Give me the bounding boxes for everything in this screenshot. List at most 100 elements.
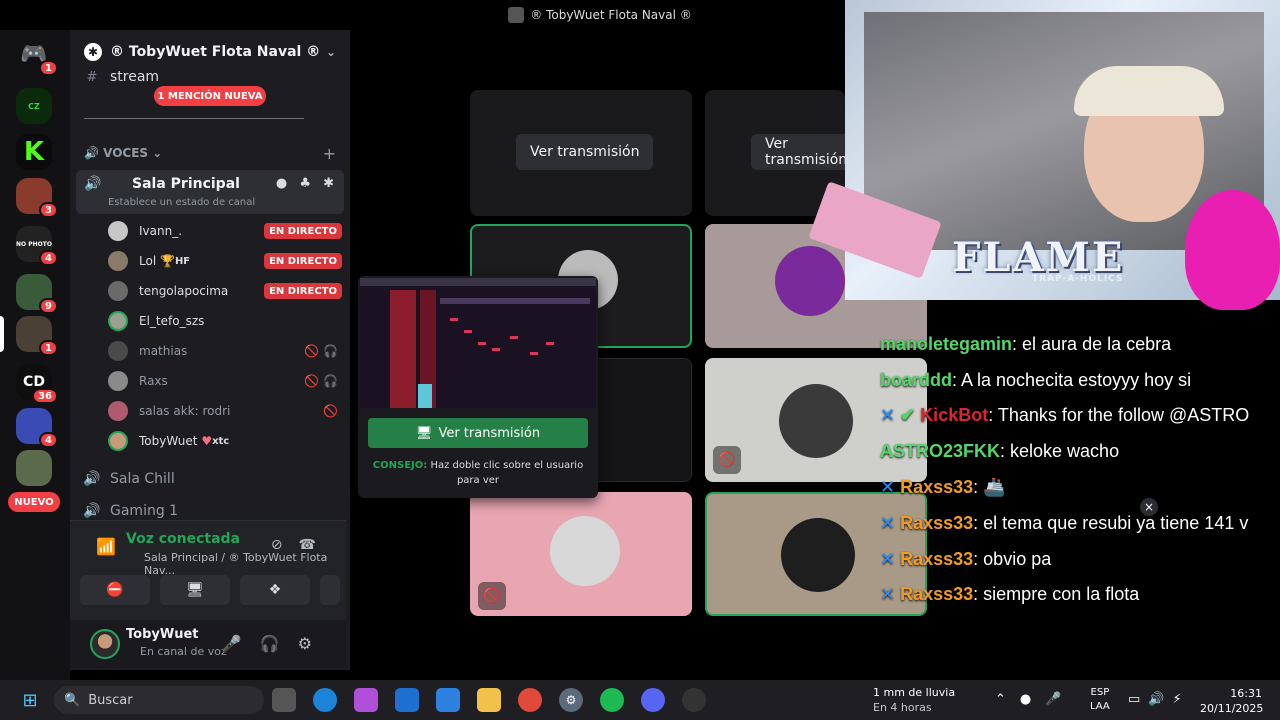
voice-user[interactable]: Raxs 🚫🎧 xyxy=(108,368,342,394)
buddha-sticker xyxy=(1185,190,1280,310)
watch-stream-button[interactable]: Ver transmisión xyxy=(516,134,654,170)
copilot-icon[interactable] xyxy=(354,688,378,712)
avatar xyxy=(108,221,128,241)
windows-taskbar: ⊞ 🔍 Buscar ⚙ 1 mm de lluvia En 4 horas ⌃… xyxy=(0,680,1280,720)
screen-share-button[interactable]: 🖥 xyxy=(160,575,230,605)
avatar[interactable] xyxy=(90,629,120,659)
server-item[interactable] xyxy=(16,450,52,486)
add-channel-icon[interactable]: + xyxy=(323,144,336,163)
close-icon[interactable]: × xyxy=(1140,498,1158,516)
server-item[interactable]: 3 xyxy=(16,178,58,218)
voice-user[interactable]: tengolapocima EN DIRECTO xyxy=(108,278,342,304)
muted-icons: 🚫🎧 xyxy=(304,374,342,388)
task-view-icon[interactable] xyxy=(272,688,296,712)
server-icon xyxy=(508,7,525,23)
weather-widget[interactable]: 1 mm de lluvia En 4 horas xyxy=(873,685,955,715)
spotify-icon[interactable] xyxy=(600,688,624,712)
discord-icon[interactable] xyxy=(641,688,665,712)
file-explorer-icon[interactable] xyxy=(477,688,501,712)
avatar xyxy=(550,516,620,586)
server-cd[interactable]: CD 36 xyxy=(16,364,58,404)
new-badge[interactable]: NUEVO xyxy=(8,492,60,512)
chat-message: ASTRO23FKK: keloke wacho xyxy=(880,441,1120,461)
live-badge: EN DIRECTO xyxy=(264,223,342,239)
badge-icon: ✕ xyxy=(880,405,901,425)
channel-sala-principal[interactable]: 🔊 Sala Principal Establece un estado de … xyxy=(76,170,344,214)
system-tray-icons[interactable]: ⌃●🎤 xyxy=(995,692,1075,707)
badge-icon: ✕ xyxy=(880,549,901,569)
trophy-icon: 🏆 xyxy=(159,254,175,268)
live-badge: EN DIRECTO xyxy=(264,283,342,299)
mention-badge[interactable]: 1 MENCIÓN NUEVA xyxy=(154,86,266,106)
voice-user[interactable]: Lol 🏆 HF EN DIRECTO xyxy=(108,248,342,274)
camera-button[interactable]: ⛔ xyxy=(80,575,150,605)
chevron-down-icon: ⌄ xyxy=(325,45,336,59)
avatar xyxy=(108,311,128,331)
camera-off-icon: ⛔ xyxy=(106,582,124,598)
live-badge: EN DIRECTO xyxy=(264,253,342,269)
stream-tile[interactable]: Ver transmisión xyxy=(470,90,692,216)
voice-user[interactable]: mathias 🚫🎧 xyxy=(108,338,342,364)
discord-home-icon[interactable]: 🎮 1 xyxy=(16,36,58,76)
badge-icon: ✕ xyxy=(880,477,901,497)
mic-headset-settings-icons[interactable]: 🎤🎧⚙ xyxy=(222,634,330,653)
server-cracked-zone[interactable]: CZ xyxy=(16,88,52,124)
edge-icon[interactable] xyxy=(313,688,337,712)
clock[interactable]: 16:31 20/11/2025 xyxy=(1200,686,1263,716)
muted-icon: 🚫 xyxy=(713,446,741,474)
server-item[interactable]: 4 xyxy=(16,408,58,448)
network-volume-icons[interactable]: ▭🔊⚡ xyxy=(1128,692,1190,707)
heart-icon: ♥ xyxy=(201,434,213,448)
soundboard-button[interactable] xyxy=(320,575,340,605)
settings-icon[interactable]: ⚙ xyxy=(559,688,583,712)
tip-text: CONSEJO: Haz doble clic sobre el usuario… xyxy=(372,460,584,486)
server-no-photo[interactable]: NO PHOTO 4 xyxy=(16,226,58,266)
chat-message: ✕ Raxss33: 🚢 xyxy=(880,477,1006,497)
muted-icon: 🚫 xyxy=(478,582,506,610)
avatar xyxy=(775,246,845,316)
speaker-icon: 🔊 xyxy=(83,503,101,519)
server-rail: 🎮 1 CZ K 3 NO PHOTO 4 9 1 CD 36 4 NUEVO xyxy=(0,30,70,680)
voice-user[interactable]: Ivann_. EN DIRECTO xyxy=(108,218,342,244)
chat-message: ✕ Raxss33: siempre con la flota xyxy=(880,584,1140,604)
channel-stream[interactable]: # stream xyxy=(82,68,160,86)
channel-actions[interactable]: ● ♣ ✱ xyxy=(276,176,338,191)
chat-message: ✕ ✔ KickBot: Thanks for the follow @ASTR… xyxy=(880,405,1250,425)
voice-category[interactable]: 🔊 VOCES ⌄ xyxy=(84,146,162,160)
search-icon: 🔍 xyxy=(64,692,81,708)
watch-stream-button[interactable]: Ver transmisión xyxy=(751,134,845,170)
muted-icon: 🚫 xyxy=(323,404,342,418)
server-item[interactable]: 9 xyxy=(16,274,58,314)
stream-preview-popup: 🖥 Ver transmisión CONSEJO: Haz doble cli… xyxy=(358,276,598,498)
avatar xyxy=(108,371,128,391)
window-title: ® TobyWuet Flota Naval ® xyxy=(350,0,850,30)
activities-button[interactable]: ❖ xyxy=(240,575,310,605)
channel-status-placeholder[interactable]: Establece un estado de canal xyxy=(108,197,255,208)
boat-emote: 🚢 xyxy=(983,477,1006,497)
avatar xyxy=(108,431,128,451)
voice-connection-panel: 📶 Voz conectada Sala Principal / ® TobyW… xyxy=(70,520,346,620)
taskbar-search[interactable]: 🔍 Buscar xyxy=(54,686,264,714)
avatar xyxy=(108,401,128,421)
signal-icon: 📶 xyxy=(96,537,116,556)
windows-start-icon[interactable]: ⊞ xyxy=(18,688,42,712)
avatar xyxy=(108,281,128,301)
stream-preview-thumbnail[interactable] xyxy=(360,278,596,408)
voice-user[interactable]: El_tefo_szs xyxy=(108,308,342,334)
store-icon[interactable] xyxy=(436,688,460,712)
server-kick[interactable]: K xyxy=(16,134,52,170)
voice-user[interactable]: TobyWuet ♥ xtc xyxy=(108,428,342,454)
watch-stream-button[interactable]: 🖥 Ver transmisión xyxy=(368,418,588,448)
muted-icons: 🚫🎧 xyxy=(304,344,342,358)
channel-sala-chill[interactable]: 🔊 Sala Chill xyxy=(82,466,174,492)
noise-and-disconnect-icons[interactable]: ⊘☎ xyxy=(271,537,332,553)
chrome-icon[interactable] xyxy=(518,688,542,712)
server-tobywuet[interactable]: 1 xyxy=(16,316,58,356)
outlook-icon[interactable] xyxy=(395,688,419,712)
badge-icon: ✕ xyxy=(880,513,901,533)
language-indicator[interactable]: ESP LAA xyxy=(1090,686,1110,714)
participant-tile[interactable]: 🚫 xyxy=(470,492,692,616)
obs-icon[interactable] xyxy=(682,688,706,712)
voice-user[interactable]: salas akk: rodri 🚫 xyxy=(108,398,342,424)
user-panel: TobyWuet En canal de voz 🎤🎧⚙ xyxy=(70,620,346,668)
